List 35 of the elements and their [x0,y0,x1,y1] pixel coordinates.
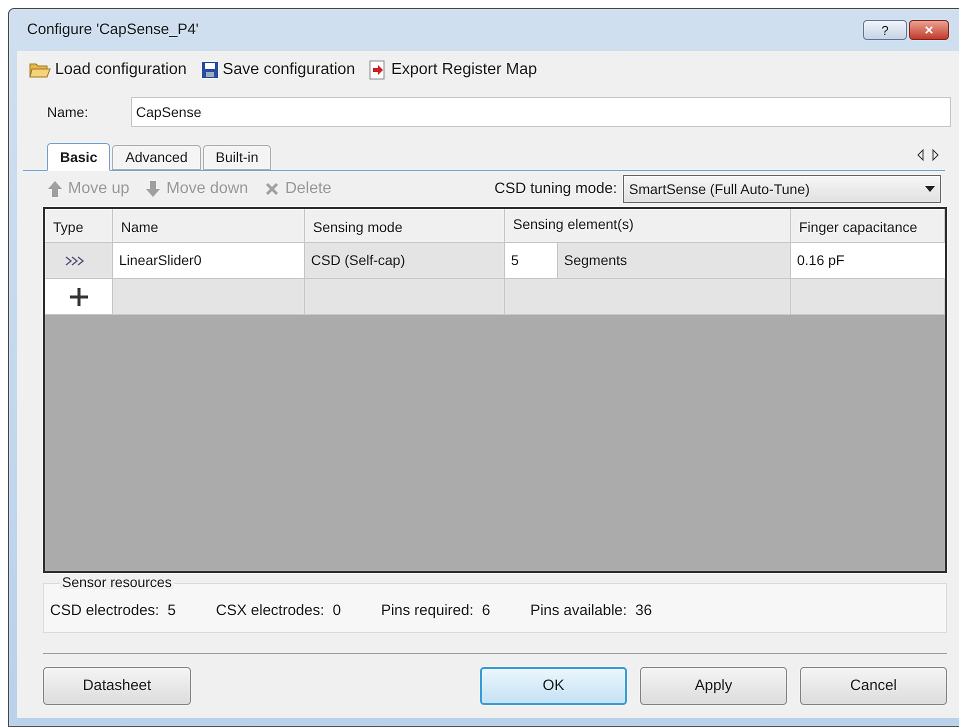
toolbar-button[interactable]: Save configuration [200,58,356,82]
dropdown-arrow-icon [925,186,935,192]
tab[interactable]: Advanced [112,145,201,170]
table-cell: Segments [558,243,791,279]
dialog-button[interactable]: Apply [640,667,787,705]
folder-icon [29,61,51,79]
toolbar-button[interactable]: Export Register Map [369,58,538,82]
resource-count: Pins available: 36 [530,600,652,621]
tab-scroll-arrows-icon[interactable] [917,149,939,161]
table-cell: CSD (Self-cap) [305,243,505,279]
up-arrow-icon [47,180,63,198]
name-field[interactable]: CapSense [131,97,951,127]
resource-count: Pins required: 6 [380,600,490,621]
export-icon [369,60,388,80]
group-title: Sensor resources [60,575,174,589]
tuning-mode-dropdown[interactable]: SmartSense (Full Auto-Tune) [623,175,941,203]
table-cell: 5 [505,243,558,279]
name-label: Name: [47,102,90,122]
slider-type-icon [65,256,85,266]
help-button[interactable]: ? [863,20,907,40]
add-icon[interactable] [70,288,88,306]
delete-icon [264,181,280,197]
table-cell: LinearSlider0 [113,243,305,279]
dialog-button[interactable]: OK [480,667,627,705]
tab[interactable]: Built-in [202,145,272,170]
datasheet-button[interactable]: Datasheet [43,667,191,705]
resource-count: CSD electrodes: 5 [50,600,176,621]
toolbar-button[interactable]: Load configuration [29,58,187,82]
table-cell: 0.16 pF [791,243,945,279]
tuning-mode-label: CSD tuning mode: [494,178,617,199]
resource-count: CSX electrodes: 0 [216,600,341,621]
down-arrow-icon [145,180,162,198]
tab[interactable]: Basic [47,143,110,171]
dialog-button[interactable]: Cancel [800,667,947,705]
window-title: Configure 'CapSense_P4' [27,20,200,40]
